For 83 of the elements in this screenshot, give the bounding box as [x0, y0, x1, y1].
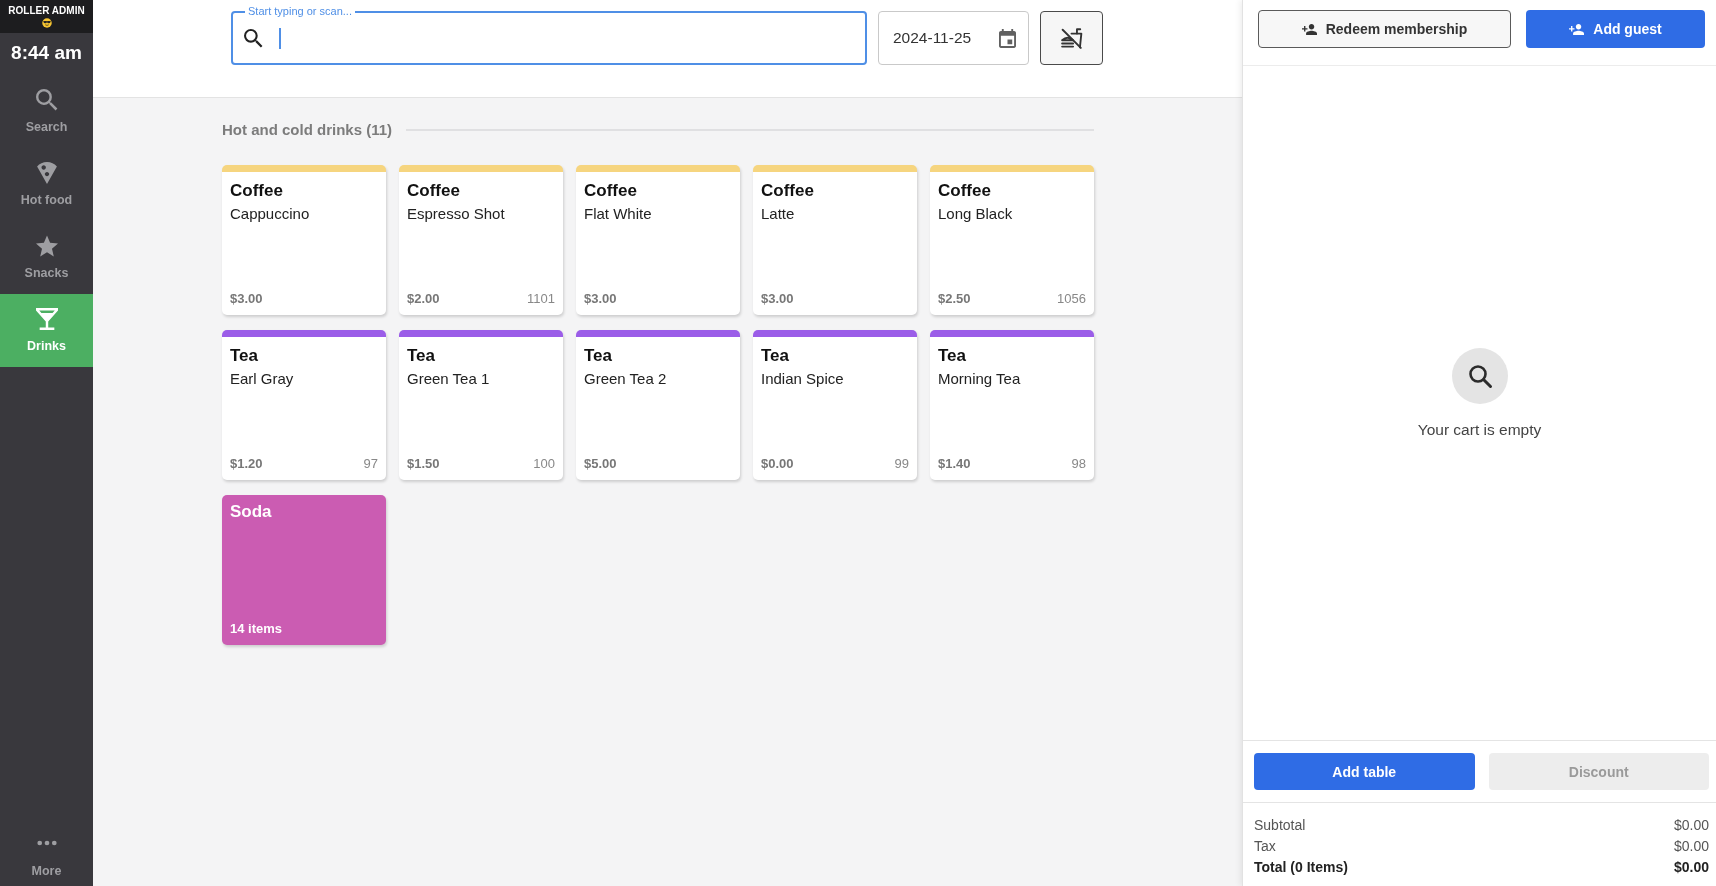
product-category: Coffee — [761, 181, 815, 201]
nav-item[interactable]: Hot food — [0, 148, 93, 221]
redeem-button[interactable]: Redeem membership — [1258, 10, 1511, 48]
add-guest-button[interactable]: Add guest — [1526, 10, 1705, 48]
product-category: Coffee — [938, 181, 992, 201]
product-name: Cappuccino — [230, 204, 311, 224]
brand-name: ROLLER ADMIN — [8, 5, 85, 17]
product-name: Green Tea 2 — [584, 369, 668, 389]
summary-label: Total (0 Items) — [1254, 858, 1348, 877]
product-category: Tea — [407, 346, 437, 366]
nav-item[interactable]: Snacks — [0, 221, 93, 294]
product-price: $0.00 — [761, 456, 794, 472]
summary-amount: $0.00 — [1673, 816, 1709, 835]
section-heading: Hot and cold drinks (11) — [222, 120, 393, 140]
product-tile[interactable]: Coffee Cappuccino $3.00 — [222, 165, 386, 315]
product-tile[interactable]: Coffee Espresso Shot $2.00 1101 — [399, 165, 563, 315]
product-name: Espresso Shot — [407, 204, 506, 224]
product-price: $2.00 — [407, 291, 440, 307]
product-name: Earl Gray — [230, 369, 295, 389]
summary-amount: $0.00 — [1673, 858, 1709, 877]
summary-label: Tax — [1254, 837, 1276, 856]
add-table-button[interactable]: Add table — [1254, 753, 1475, 790]
stock-count: 98 — [1071, 456, 1086, 472]
product-tile[interactable]: Tea Green Tea 2 $5.00 — [576, 330, 740, 480]
product-tile[interactable]: Coffee Latte $3.00 — [753, 165, 917, 315]
search-icon — [35, 89, 58, 111]
add-person-icon — [1569, 23, 1585, 35]
search-icon — [244, 28, 263, 48]
search-icon — [1451, 348, 1508, 404]
product-tile[interactable]: Tea Morning Tea $1.40 98 — [930, 330, 1094, 480]
product-price: $2.50 — [938, 291, 971, 307]
product-category: Coffee — [230, 181, 284, 201]
stock-count: 100 — [533, 456, 555, 472]
more-button[interactable]: More — [0, 828, 93, 886]
group-name: Soda — [230, 502, 273, 522]
slashed-food-icon — [1060, 27, 1083, 49]
product-price: $1.20 — [230, 456, 263, 472]
product-name: Latte — [761, 204, 796, 224]
date-field[interactable]: 2024-11-25 — [878, 11, 1029, 65]
more-dots-icon — [36, 840, 57, 846]
discount-button: Discount — [1488, 753, 1709, 790]
product-tile[interactable]: Tea Green Tea 1 $1.50 100 — [399, 330, 563, 480]
product-price: $3.00 — [761, 291, 794, 307]
stock-count: 99 — [894, 456, 909, 472]
summary-label: Subtotal — [1254, 816, 1306, 835]
product-category: Coffee — [584, 181, 638, 201]
product-category: Coffee — [407, 181, 461, 201]
search-field-label: Start typing or scan... — [245, 5, 355, 18]
product-price: $3.00 — [230, 291, 263, 307]
stock-count: 1101 — [527, 291, 555, 307]
product-category: Tea — [938, 346, 968, 366]
product-tile[interactable]: Coffee Flat White $3.00 — [576, 165, 740, 315]
clock-time: 8:44 am — [10, 41, 83, 65]
product-category: Tea — [761, 346, 791, 366]
product-tile[interactable]: Tea Earl Gray $1.20 97 — [222, 330, 386, 480]
summary-amount: $0.00 — [1673, 837, 1709, 856]
product-name: Long Black — [938, 204, 1014, 224]
product-price: $5.00 — [584, 456, 617, 472]
calendar-icon — [999, 28, 1016, 48]
cocktail-glass-icon — [35, 308, 58, 330]
product-category: Tea — [584, 346, 614, 366]
sunglasses-face-icon — [41, 18, 52, 28]
category-tile[interactable]: Soda 14 items — [222, 495, 386, 645]
text-cursor — [279, 27, 281, 49]
toggle-button[interactable] — [1040, 11, 1103, 65]
product-price: $3.00 — [584, 291, 617, 307]
product-name: Flat White — [584, 204, 653, 224]
product-tile[interactable]: Tea Indian Spice $0.00 99 — [753, 330, 917, 480]
item-count: 14 items — [230, 621, 283, 637]
stock-count: 1056 — [1057, 291, 1086, 307]
add-person-icon — [1301, 23, 1317, 35]
empty-cart-message: Your cart is empty — [1417, 421, 1542, 439]
product-name: Indian Spice — [761, 369, 845, 389]
product-name: Morning Tea — [938, 369, 1022, 389]
nav-item[interactable]: Search — [0, 75, 93, 148]
product-name: Green Tea 1 — [407, 369, 491, 389]
product-tile[interactable]: Coffee Long Black $2.50 1056 — [930, 165, 1094, 315]
product-category: Tea — [230, 346, 260, 366]
pizza-slice-icon — [35, 162, 58, 184]
product-price: $1.40 — [938, 456, 971, 472]
stock-count: 97 — [363, 456, 378, 472]
star-icon — [35, 235, 58, 257]
product-price: $1.50 — [407, 456, 440, 472]
